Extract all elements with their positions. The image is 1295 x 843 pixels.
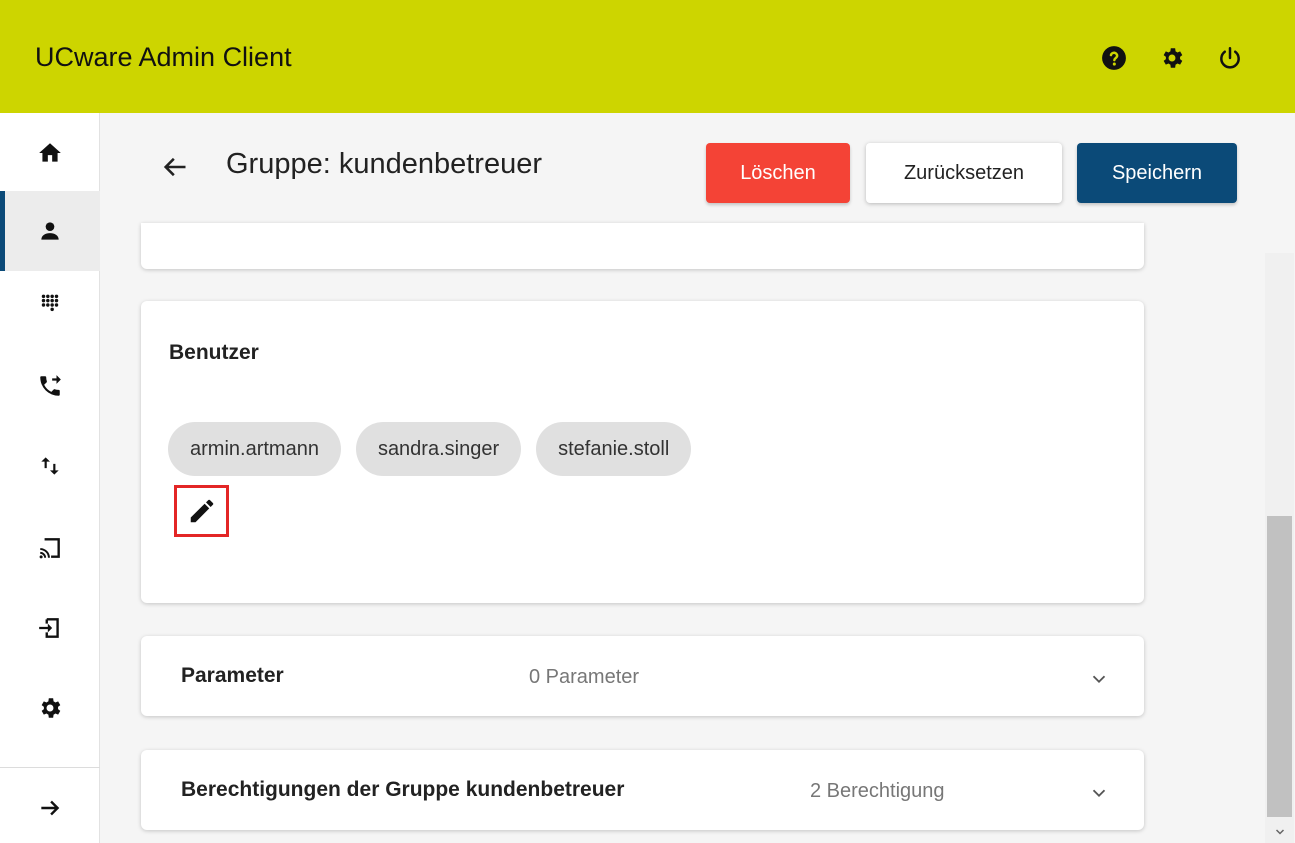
- parameters-summary: 0 Parameter: [529, 666, 640, 688]
- chevron-down-icon: [1275, 829, 1284, 835]
- arrow-right-icon: [41, 800, 60, 816]
- app-title: UCware Admin Client: [35, 42, 292, 72]
- power-icon[interactable]: [1217, 45, 1243, 71]
- sidebar-item-login[interactable]: [0, 588, 100, 668]
- settings-icon: [41, 698, 61, 718]
- user-chip[interactable]: sandra.singer: [355, 422, 522, 476]
- chevron-down-icon[interactable]: [1088, 782, 1110, 804]
- parameters-accordion[interactable]: Parameter 0 Parameter: [141, 636, 1144, 716]
- cast-icon: [39, 538, 60, 559]
- sidebar-item-dialpad[interactable]: [0, 265, 100, 345]
- reset-button[interactable]: Zurücksetzen: [866, 143, 1062, 203]
- help-icon[interactable]: [1101, 45, 1127, 71]
- user-chip[interactable]: stefanie.stoll: [536, 422, 692, 476]
- sidebar-item-settings[interactable]: [0, 668, 100, 748]
- user-chip-list: armin.artmann sandra.singer stefanie.sto…: [168, 422, 692, 476]
- header-actions: [1101, 45, 1243, 71]
- sidebar-nav: [0, 113, 100, 843]
- user-chip[interactable]: armin.artmann: [168, 422, 341, 476]
- sidebar-item-users[interactable]: [0, 191, 100, 271]
- sidebar-item-cast[interactable]: [0, 508, 100, 588]
- scroll-down-button[interactable]: [1265, 821, 1294, 843]
- settings-icon[interactable]: [1159, 45, 1185, 71]
- permissions-title: Berechtigungen der Gruppe kundenbetreuer: [181, 778, 625, 801]
- sidebar-expand-button[interactable]: [0, 768, 100, 843]
- page-title: Gruppe: kundenbetreuer: [226, 148, 542, 180]
- login-icon: [39, 618, 59, 638]
- home-icon: [39, 143, 61, 162]
- sidebar-item-transfers[interactable]: [0, 426, 100, 506]
- user-icon: [41, 222, 59, 240]
- parameters-title: Parameter: [181, 664, 284, 687]
- chevron-down-icon[interactable]: [1088, 668, 1110, 690]
- arrow-back-icon[interactable]: [161, 153, 189, 181]
- delete-button[interactable]: Löschen: [706, 143, 850, 203]
- save-button[interactable]: Speichern: [1077, 143, 1237, 203]
- dialpad-icon: [41, 294, 59, 312]
- sidebar-item-call-forwarding[interactable]: [0, 346, 100, 426]
- app-header: UCware Admin Client: [0, 0, 1295, 113]
- users-card-title: Benutzer: [169, 341, 259, 364]
- permissions-accordion[interactable]: Berechtigungen der Gruppe kundenbetreuer…: [141, 750, 1144, 830]
- phone-forward-icon: [40, 375, 61, 396]
- permissions-summary: 2 Berechtigung: [810, 780, 945, 802]
- users-card: Benutzer armin.artmann sandra.singer ste…: [141, 301, 1144, 603]
- previous-card: [141, 223, 1144, 269]
- scrollbar-thumb[interactable]: [1267, 516, 1292, 817]
- pencil-icon: [190, 499, 213, 523]
- edit-users-button[interactable]: [174, 485, 229, 537]
- swap-vert-icon: [41, 457, 59, 475]
- main-content: Gruppe: kundenbetreuer Löschen Zurückset…: [101, 113, 1295, 843]
- sidebar-item-home[interactable]: [0, 113, 100, 193]
